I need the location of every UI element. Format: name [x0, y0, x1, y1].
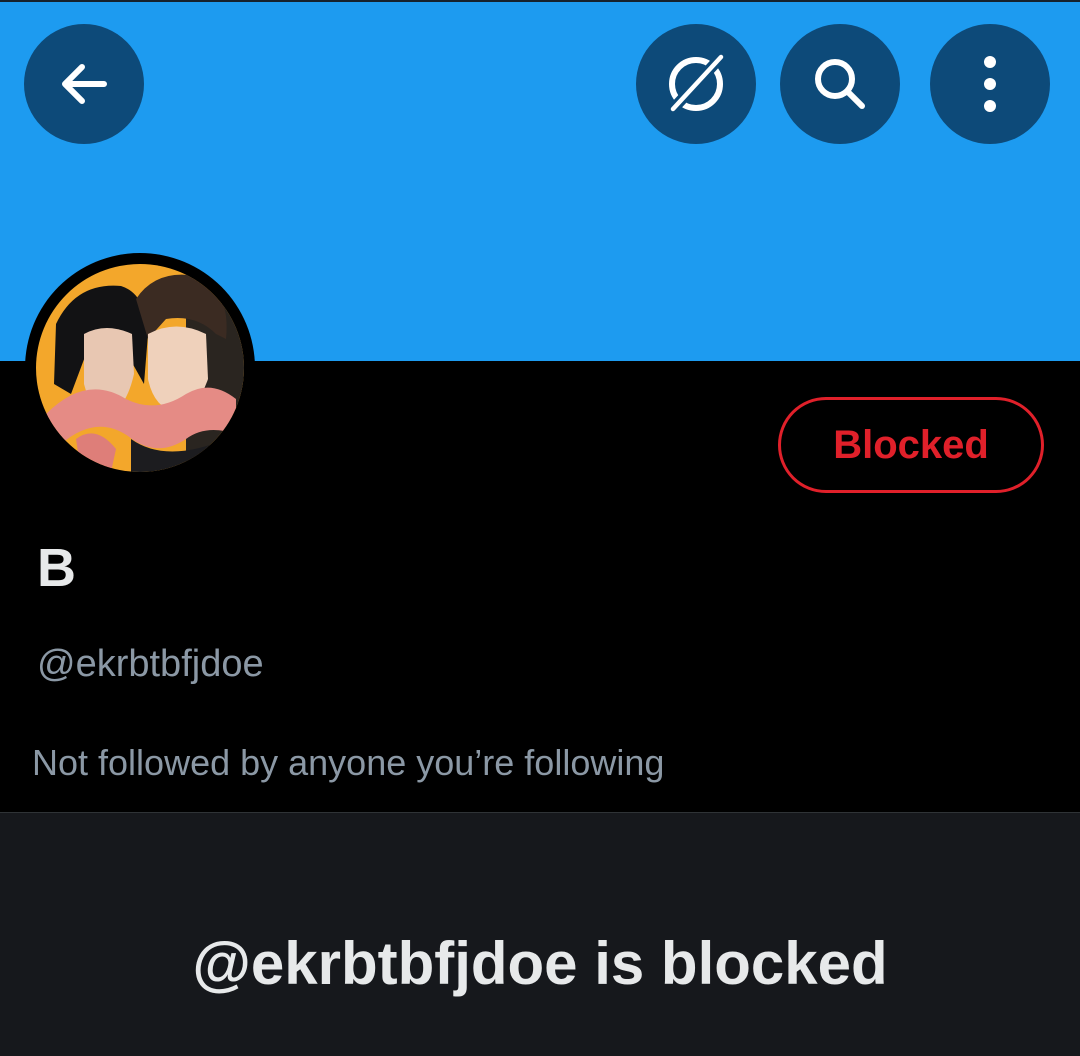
grok-icon [661, 49, 731, 119]
more-options-button[interactable] [930, 24, 1050, 144]
arrow-left-icon [54, 54, 114, 114]
profile-handle: @ekrbtbfjdoe [37, 643, 264, 685]
avatar-image [36, 264, 244, 472]
profile-display-name: B [37, 538, 76, 598]
blocked-notice-panel: @ekrbtbfjdoe is blocked [0, 812, 1080, 1056]
avatar[interactable] [25, 253, 255, 483]
blocked-button[interactable]: Blocked [778, 397, 1044, 493]
followers-you-know-text: Not followed by anyone you’re following [32, 742, 665, 783]
more-vertical-icon [980, 52, 1000, 116]
search-button[interactable] [780, 24, 900, 144]
back-button[interactable] [24, 24, 144, 144]
grok-button[interactable] [636, 24, 756, 144]
search-icon [808, 52, 872, 116]
blocked-notice-heading: @ekrbtbfjdoe is blocked [192, 930, 888, 997]
